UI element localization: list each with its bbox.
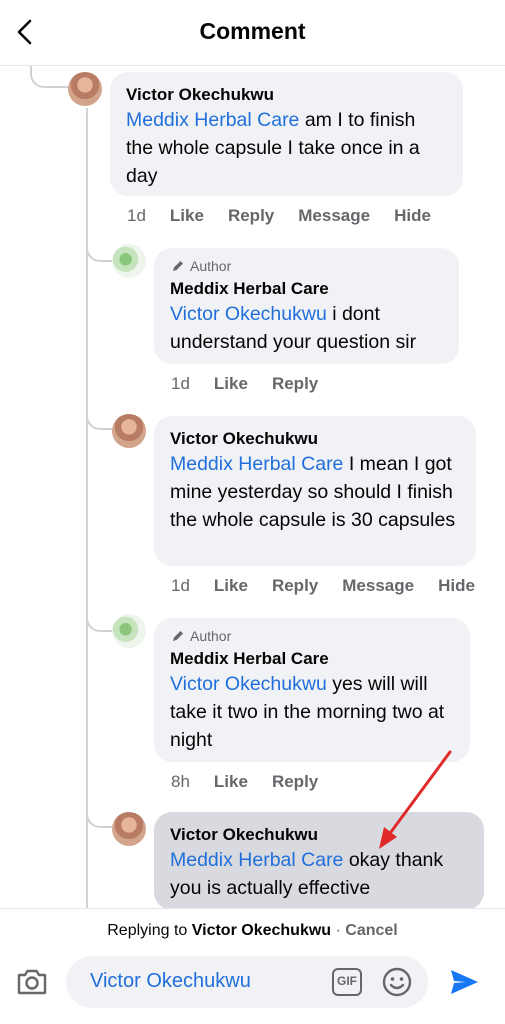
author-badge: Author <box>170 628 454 644</box>
message-button[interactable]: Message <box>298 206 370 226</box>
comment-author[interactable]: Victor Okechukwu <box>170 428 460 450</box>
replying-to-name: Victor Okechukwu <box>191 922 332 939</box>
hide-button[interactable]: Hide <box>438 576 475 596</box>
comment-text: Meddix Herbal Care am I to finish the wh… <box>126 109 420 187</box>
reply-connector <box>86 232 112 262</box>
comment-text: Victor Okechukwu yes will will take it t… <box>170 673 445 751</box>
avatar[interactable] <box>112 812 146 846</box>
comment-text: Meddix Herbal Care okay thank you is act… <box>170 849 444 899</box>
comment-bubble[interactable]: Author Meddix Herbal Care Victor Okechuk… <box>154 248 459 364</box>
thread-line <box>86 108 88 908</box>
comment-author[interactable]: Meddix Herbal Care <box>170 278 443 300</box>
header-bar: Comment <box>0 0 505 66</box>
page-title: Comment <box>199 18 306 44</box>
avatar[interactable] <box>112 244 146 278</box>
mention-link[interactable]: Victor Okechukwu <box>170 303 327 325</box>
mention-link[interactable]: Meddix Herbal Care <box>126 109 299 131</box>
mention-link[interactable]: Victor Okechukwu <box>170 673 327 695</box>
comment-author[interactable]: Meddix Herbal Care <box>170 648 454 670</box>
reply-button[interactable]: Reply <box>272 576 318 596</box>
replying-to-bar: Replying to Victor Okechukwu · Cancel <box>0 908 505 954</box>
reply-button[interactable]: Reply <box>272 772 318 792</box>
mention-link[interactable]: Meddix Herbal Care <box>170 453 343 475</box>
pencil-icon <box>173 631 183 641</box>
thread-connector <box>30 66 68 88</box>
author-badge: Author <box>170 258 443 274</box>
like-button[interactable]: Like <box>170 206 204 226</box>
reply-connector <box>86 798 112 828</box>
comment-bubble[interactable]: Victor Okechukwu Meddix Herbal Care I me… <box>154 416 476 566</box>
reply-connector <box>86 602 112 632</box>
timestamp: 1d <box>127 206 146 225</box>
timestamp: 1d <box>171 576 190 595</box>
like-button[interactable]: Like <box>214 374 248 394</box>
reply-button[interactable]: Reply <box>272 374 318 394</box>
timestamp: 8h <box>171 772 190 791</box>
cancel-reply-button[interactable]: Cancel <box>345 922 397 939</box>
comment-text: Victor Okechukwu i dont understand your … <box>170 303 417 353</box>
comment-actions: 1d Like Reply <box>171 374 342 394</box>
comment-bubble[interactable]: Victor Okechukwu Meddix Herbal Care okay… <box>154 812 484 910</box>
message-button[interactable]: Message <box>342 576 414 596</box>
reply-connector <box>86 400 112 430</box>
comment-bubble[interactable]: Author Meddix Herbal Care Victor Okechuk… <box>154 618 470 762</box>
comment-bubble[interactable]: Victor Okechukwu Meddix Herbal Care am I… <box>110 72 463 196</box>
mention-link[interactable]: Meddix Herbal Care <box>170 849 343 871</box>
comment-input-value[interactable]: Victor Okechukwu <box>90 970 251 993</box>
like-button[interactable]: Like <box>214 772 248 792</box>
comment-author[interactable]: Victor Okechukwu <box>170 824 468 846</box>
avatar[interactable] <box>68 72 102 106</box>
comment-text: Meddix Herbal Care I mean I got mine yes… <box>170 453 456 531</box>
comment-author[interactable]: Victor Okechukwu <box>126 84 447 106</box>
comment-composer: Victor Okechukwu GIF <box>0 954 505 1024</box>
emoji-icon[interactable] <box>380 965 414 999</box>
like-button[interactable]: Like <box>214 576 248 596</box>
comment-actions: 1d Like Reply Message Hide <box>171 576 475 596</box>
pencil-icon <box>173 261 183 271</box>
comment-actions: 8h Like Reply <box>171 772 342 792</box>
reply-button[interactable]: Reply <box>228 206 274 226</box>
avatar[interactable] <box>112 614 146 648</box>
send-icon[interactable] <box>444 962 484 1002</box>
avatar[interactable] <box>112 414 146 448</box>
hide-button[interactable]: Hide <box>394 206 431 226</box>
gif-button[interactable]: GIF <box>332 968 362 996</box>
timestamp: 1d <box>171 374 190 393</box>
comment-input[interactable]: Victor Okechukwu GIF <box>66 956 428 1008</box>
camera-icon[interactable] <box>14 964 50 1000</box>
comment-actions: 1d Like Reply Message Hide <box>127 206 455 226</box>
